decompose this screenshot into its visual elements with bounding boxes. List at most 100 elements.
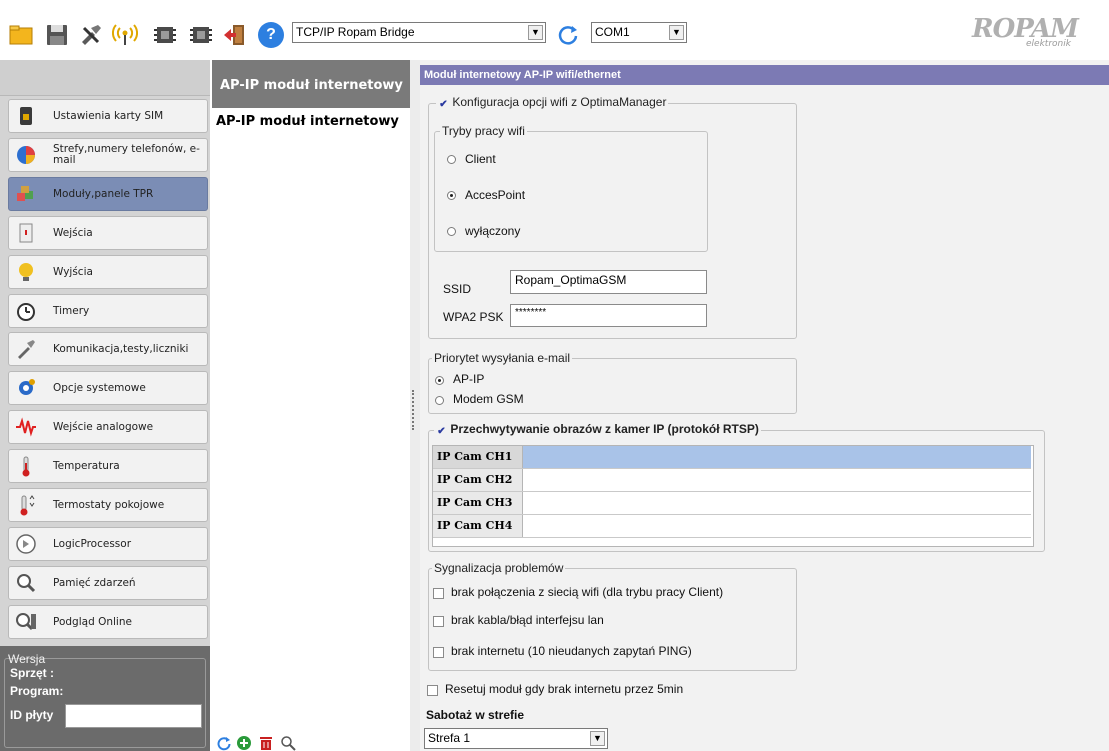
wifi-config-legend: ✔ Konfiguracja opcji wifi z OptimaManage…: [436, 95, 669, 111]
sidebar-item[interactable]: LogicProcessor: [8, 527, 208, 561]
email-gsm-radio[interactable]: [435, 396, 444, 405]
mode-accespoint-label: AccesPoint: [465, 188, 526, 202]
zone-select[interactable]: Strefa 1 ▼: [424, 728, 608, 749]
camera-row-value[interactable]: [523, 446, 1031, 468]
sidebar-item-label: Wyjścia: [53, 265, 93, 278]
sidebar-item[interactable]: Komunikacja,testy,liczniki: [8, 332, 208, 366]
sidebar-item-label: Wejścia: [53, 226, 93, 239]
chip-write-icon[interactable]: [188, 22, 214, 48]
help-icon[interactable]: ?: [258, 22, 284, 48]
board-id-field[interactable]: [65, 704, 202, 728]
outputs-bulb-icon: [19, 263, 33, 281]
communication-tools-icon: [18, 340, 35, 359]
com-port-value: COM1: [595, 25, 630, 39]
board-id-label: ID płyty: [10, 708, 54, 722]
connection-type-value: TCP/IP Ropam Bridge: [296, 25, 415, 39]
refresh-icon[interactable]: [216, 735, 232, 751]
camera-row[interactable]: IP Cam CH2: [433, 469, 1031, 492]
zones-pie-icon: [17, 146, 35, 164]
email-apip-radio[interactable]: [435, 376, 444, 385]
sidebar-item[interactable]: Wejścia: [8, 216, 208, 250]
sidebar-item[interactable]: Temperatura: [8, 449, 208, 483]
problem-lan-checkbox[interactable]: [433, 616, 444, 627]
com-port-select[interactable]: COM1 ▼: [591, 22, 687, 43]
connection-type-select[interactable]: TCP/IP Ropam Bridge ▼: [292, 22, 546, 43]
sidebar-item-label: Opcje systemowe: [53, 381, 146, 394]
email-gsm-label: Modem GSM: [453, 392, 524, 406]
camera-row[interactable]: IP Cam CH4: [433, 515, 1031, 538]
problems-legend: Sygnalizacja problemów: [432, 561, 566, 575]
mode-accespoint-radio[interactable]: [447, 191, 456, 200]
camera-checkbox[interactable]: ✔: [436, 427, 447, 438]
module-list-item[interactable]: AP-IP moduł internetowy: [216, 114, 399, 129]
chevron-down-icon: ▼: [590, 731, 605, 746]
mode-client-label: Client: [465, 152, 496, 166]
camera-row[interactable]: IP Cam CH3: [433, 492, 1031, 515]
sidebar-item-label: Wejście analogowe: [53, 420, 154, 433]
camera-row-value[interactable]: [523, 469, 1031, 491]
sidebar-item-label: LogicProcessor: [53, 537, 132, 550]
psk-input[interactable]: ********: [510, 304, 707, 327]
exit-icon[interactable]: [222, 22, 248, 48]
antenna-icon[interactable]: [112, 22, 138, 48]
wifi-modes-legend: Tryby pracy wifi: [440, 124, 527, 138]
camera-row-label: IP Cam CH1: [433, 446, 523, 468]
wifi-config-checkbox[interactable]: ✔: [438, 100, 449, 111]
problem-wifi-checkbox[interactable]: [433, 588, 444, 599]
module-list-title: AP-IP moduł internetowy: [220, 78, 403, 93]
camera-row-value[interactable]: [523, 515, 1031, 537]
sidebar-item[interactable]: Podgląd Online: [8, 605, 208, 639]
sidebar-item[interactable]: Strefy,numery telefonów, e-mail: [8, 138, 208, 172]
camera-row-label: IP Cam CH2: [433, 469, 523, 491]
reset-checkbox[interactable]: [427, 685, 438, 696]
add-icon[interactable]: [236, 735, 252, 751]
save-icon[interactable]: [44, 22, 70, 48]
zone-select-value: Strefa 1: [428, 731, 471, 745]
sidebar-item[interactable]: Moduły,panele TPR: [8, 177, 208, 211]
sidebar-item[interactable]: Opcje systemowe: [8, 371, 208, 405]
logic-processor-icon: [16, 534, 36, 554]
sidebar-item[interactable]: Wejście analogowe: [8, 410, 208, 444]
sidebar-item[interactable]: Termostaty pokojowe: [8, 488, 208, 522]
timer-clock-icon: [17, 303, 35, 321]
mode-off-radio[interactable]: [447, 227, 456, 236]
splitter-grip[interactable]: [412, 390, 415, 430]
event-memory-icon: [17, 574, 36, 593]
psk-label: WPA2 PSK: [443, 310, 504, 324]
mode-client-radio[interactable]: [447, 155, 456, 164]
settings-title: Moduł internetowy AP-IP wifi/ethernet: [420, 65, 1109, 85]
open-folder-icon[interactable]: [8, 22, 34, 48]
sidebar-item-label: Moduły,panele TPR: [53, 187, 154, 200]
sidebar-item[interactable]: Wyjścia: [8, 255, 208, 289]
inputs-icon: [19, 223, 33, 243]
thermometer-icon: [22, 456, 30, 477]
chevron-down-icon: ▼: [669, 25, 684, 40]
problem-internet-checkbox[interactable]: [433, 647, 444, 658]
email-apip-label: AP-IP: [453, 372, 485, 386]
sim-card-icon: [20, 107, 32, 125]
sabotage-label: Sabotaż w strefie: [426, 708, 525, 722]
search-icon[interactable]: [280, 735, 296, 751]
camera-label: Przechwytywanie obrazów z kamer IP (prot…: [450, 422, 759, 436]
camera-row[interactable]: IP Cam CH1: [433, 446, 1031, 469]
problem-internet-label: brak internetu (10 nieudanych zapytań PI…: [451, 644, 692, 658]
sidebar-item[interactable]: Pamięć zdarzeń: [8, 566, 208, 600]
camera-row-value[interactable]: [523, 492, 1031, 514]
refresh-icon[interactable]: [556, 23, 580, 47]
sidebar-item[interactable]: Timery: [8, 294, 208, 328]
program-label: Program:: [10, 684, 64, 698]
hardware-label: Sprzęt :: [10, 666, 55, 680]
delete-icon[interactable]: [258, 735, 274, 751]
thermostat-icon: [20, 495, 35, 516]
toolbar: ? TCP/IP Ropam Bridge ▼ COM1 ▼ ROPAM ele…: [0, 0, 1109, 60]
sidebar-item-label: Temperatura: [53, 459, 120, 472]
sidebar-header: [0, 60, 210, 96]
modules-cubes-icon: [17, 186, 33, 201]
chip-read-icon[interactable]: [152, 22, 178, 48]
ssid-input[interactable]: Ropam_OptimaGSM: [510, 270, 707, 294]
wifi-config-label: Konfiguracja opcji wifi z OptimaManager: [452, 95, 667, 109]
tools-icon[interactable]: [78, 22, 104, 48]
ssid-label: SSID: [443, 282, 472, 296]
sidebar-item[interactable]: Ustawienia karty SIM: [8, 99, 208, 133]
module-list: AP-IP moduł internetowy: [212, 108, 410, 751]
